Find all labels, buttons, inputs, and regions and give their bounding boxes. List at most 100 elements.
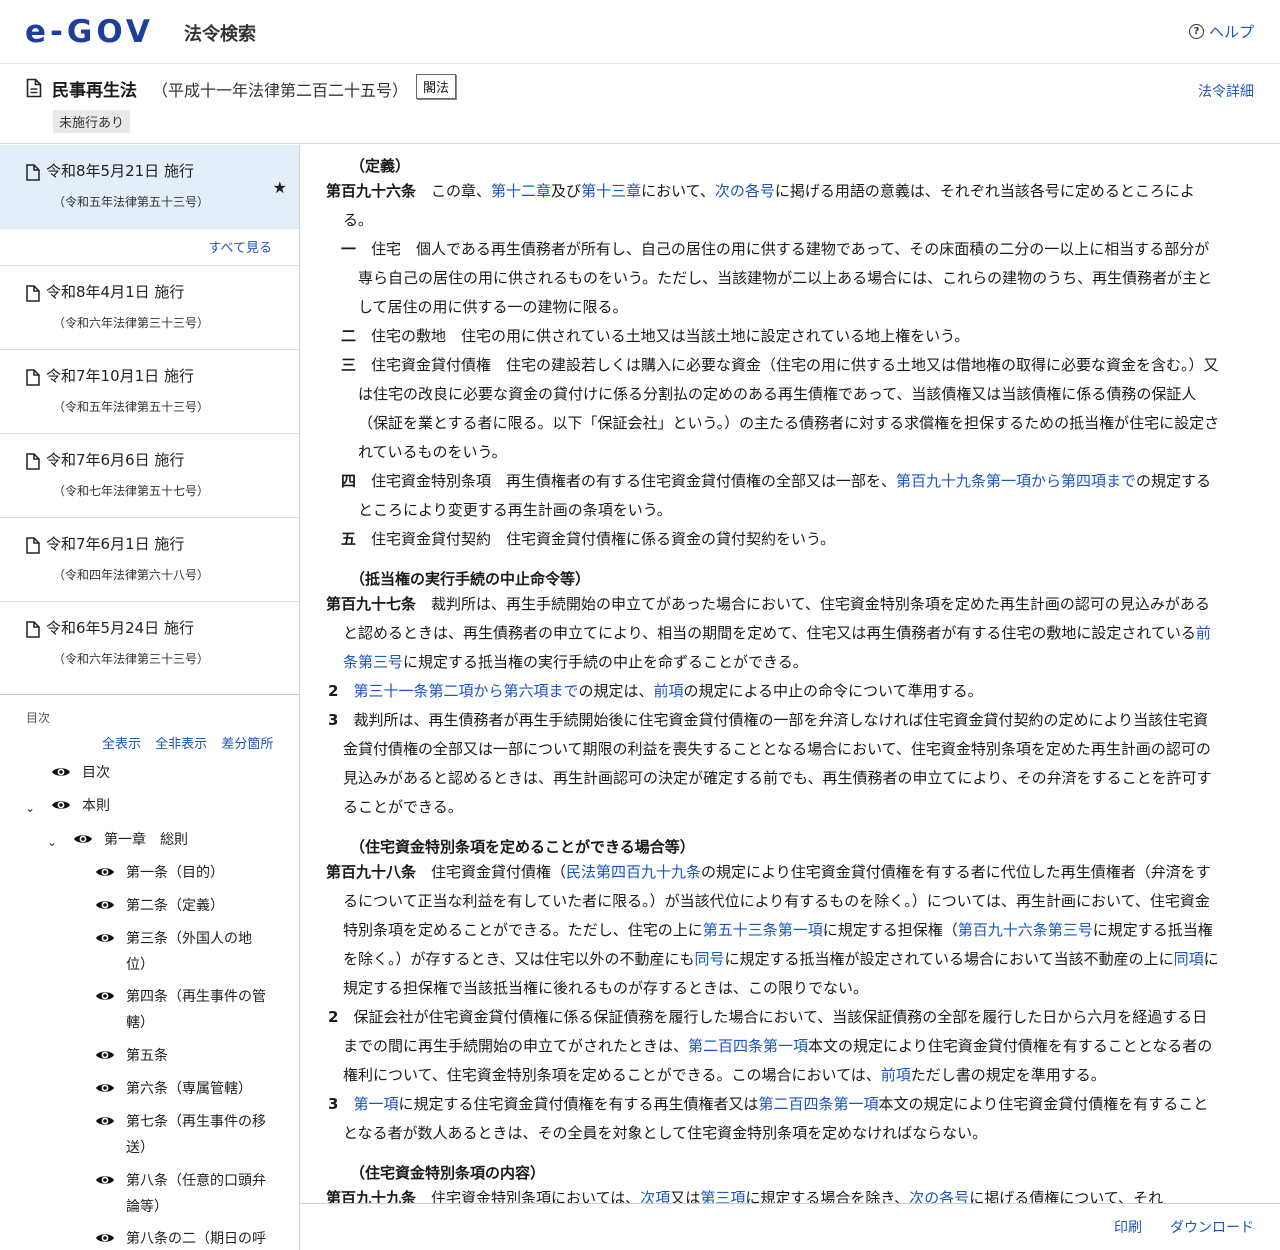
article-196: 第百九十六条 この章、第十二章及び第十三章において、次の各号に掲げる用語の意義は… bbox=[326, 182, 1195, 229]
law-ref-link[interactable]: 次の各号 bbox=[715, 182, 775, 200]
eye-icon[interactable] bbox=[51, 798, 71, 812]
toc-item[interactable]: 第六条（専属管轄） bbox=[0, 1077, 299, 1110]
article-caption: （住宅資金特別条項の内容） bbox=[350, 1164, 546, 1182]
toc-item-label: 第七条（再生事件の移送） bbox=[126, 1114, 266, 1156]
eye-icon[interactable] bbox=[95, 1231, 115, 1245]
version-law: （令和七年法律第五十七号） bbox=[53, 484, 210, 498]
eye-icon[interactable] bbox=[95, 931, 115, 945]
document-icon bbox=[26, 537, 40, 554]
law-ref-link[interactable]: 次の各号 bbox=[909, 1189, 969, 1203]
eye-icon[interactable] bbox=[95, 1173, 115, 1187]
toc-diff[interactable]: 差分箇所 bbox=[221, 737, 273, 752]
law-ref-link[interactable]: 前項 bbox=[881, 1066, 911, 1084]
law-ref-link[interactable]: 第三項 bbox=[700, 1189, 745, 1203]
toc-item[interactable]: ⌄ 第一章 総則 bbox=[0, 828, 299, 861]
toc-item[interactable]: 第三条（外国人の地位） bbox=[0, 927, 299, 985]
print-button[interactable]: 印刷 bbox=[1114, 1217, 1142, 1237]
toc-label: 目次 bbox=[26, 711, 51, 725]
law-ref-link[interactable]: 第百九十六条第三号 bbox=[958, 921, 1093, 939]
eye-icon[interactable] bbox=[95, 1114, 115, 1128]
chevron-down-icon[interactable]: ⌄ bbox=[25, 795, 35, 821]
law-ref-link[interactable]: 第十二章 bbox=[491, 182, 551, 200]
item-number: 一 bbox=[341, 240, 357, 258]
law-detail-link[interactable]: 法令詳細 bbox=[1198, 81, 1254, 101]
article-199: 第百九十九条 住宅資金特別条項においては、次項又は第三項に規定する場合を除き、次… bbox=[300, 1184, 1280, 1203]
law-name: 民事再生法 bbox=[52, 81, 137, 101]
paragraph-number: 2 bbox=[328, 1008, 339, 1026]
toc-actions: 全表示 全非表示 差分箇所 bbox=[102, 733, 283, 752]
item-number: 二 bbox=[341, 327, 357, 345]
law-ref-link[interactable]: 第二百四条第一項 bbox=[758, 1095, 878, 1113]
version-date: 令和7年10月1日 施行 bbox=[46, 367, 194, 385]
toc-item[interactable]: 第八条の二（期日の呼 bbox=[0, 1227, 299, 1250]
toc-item[interactable]: 第八条（任意的口頭弁論等） bbox=[0, 1169, 299, 1227]
version-item[interactable]: 令和6年5月24日 施行 （令和六年法律第三十三号） bbox=[0, 602, 299, 694]
article-number: 第百九十六条 bbox=[326, 182, 417, 200]
toc-item-label: 目次 bbox=[82, 765, 110, 781]
item: 三 住宅資金貸付債権 住宅の建設若しくは購入に必要な資金（住宅の用に供する土地又… bbox=[341, 356, 1220, 461]
document-icon bbox=[26, 621, 40, 638]
logo-text: e-GOV bbox=[25, 14, 154, 50]
toc-item[interactable]: 第五条 bbox=[0, 1044, 299, 1077]
law-ref-link[interactable]: 同号 bbox=[694, 950, 724, 968]
question-circle-icon: ? bbox=[1188, 24, 1204, 39]
version-item[interactable]: 令和7年10月1日 施行 （令和五年法律第五十三号） bbox=[0, 350, 299, 434]
law-ref-link[interactable]: 第百九十九条第一項から第四項まで bbox=[896, 472, 1136, 490]
help-link[interactable]: ? ヘルプ bbox=[1188, 21, 1254, 42]
download-button[interactable]: ダウンロード bbox=[1170, 1217, 1254, 1237]
version-item[interactable]: 令和7年6月6日 施行 （令和七年法律第五十七号） bbox=[0, 434, 299, 518]
version-item[interactable]: 令和8年4月1日 施行 （令和六年法律第三十三号） bbox=[0, 266, 299, 350]
toc-hide-all[interactable]: 全非表示 bbox=[155, 737, 207, 752]
toc-item-label: 第八条（任意的口頭弁論等） bbox=[126, 1173, 266, 1215]
law-ref-link[interactable]: 同項 bbox=[1174, 950, 1204, 968]
eye-icon[interactable] bbox=[95, 1048, 115, 1062]
toc-item-label: 第四条（再生事件の管轄） bbox=[126, 989, 266, 1031]
paragraph-number: 2 bbox=[328, 682, 339, 700]
law-type-badge: 閣法 bbox=[416, 74, 457, 99]
law-ref-link[interactable]: 第一項 bbox=[353, 1095, 398, 1113]
toc-item-label: 第五条 bbox=[126, 1048, 168, 1064]
law-number: （平成十一年法律第二百二十五号） bbox=[152, 81, 409, 100]
paragraph-number: 3 bbox=[328, 711, 339, 729]
law-ref-link[interactable]: 第十三章 bbox=[581, 182, 641, 200]
document-icon bbox=[26, 164, 40, 181]
toc-list: 目次 ⌄ 本則 ⌄ 第一章 総則 第一条（目的） 第二条（定義） 第三条（外国人… bbox=[0, 761, 299, 1250]
eye-icon[interactable] bbox=[95, 989, 115, 1003]
paragraph: 3 裁判所は、再生債務者が再生手続開始後に住宅資金貸付債権の一部を弁済しなければ… bbox=[328, 711, 1212, 816]
star-icon: ★ bbox=[272, 178, 287, 197]
see-all-row: すべて見る bbox=[0, 229, 299, 266]
document-icon bbox=[26, 78, 42, 98]
toc-item[interactable]: 第一条（目的） bbox=[0, 861, 299, 894]
law-ref-link[interactable]: 民法第四百九十九条 bbox=[566, 863, 701, 881]
toc-item[interactable]: 第四条（再生事件の管轄） bbox=[0, 985, 299, 1044]
sidebar: 令和8年5月21日 施行 （令和五年法律第五十三号） ★ すべて見る 令和8年4… bbox=[0, 145, 300, 1250]
toc-item[interactable]: 第七条（再生事件の移送） bbox=[0, 1110, 299, 1169]
unenforced-tag: 未施行あり bbox=[53, 110, 131, 133]
toc-panel: 目次 全表示 全非表示 差分箇所 目次 ⌄ 本則 ⌄ 第一章 総則 第一条（目的… bbox=[0, 694, 299, 1250]
version-item[interactable]: 令和7年6月1日 施行 （令和四年法律第六十八号） bbox=[0, 518, 299, 602]
document-icon bbox=[26, 369, 40, 386]
eye-icon[interactable] bbox=[95, 865, 115, 879]
eye-icon[interactable] bbox=[51, 765, 71, 779]
article-number: 第百九十八条 bbox=[326, 863, 417, 881]
see-all-link[interactable]: すべて見る bbox=[208, 237, 272, 256]
item: 四 住宅資金特別条項 再生債権者の有する住宅資金貸付債権の全部又は一部を、第百九… bbox=[341, 472, 1212, 519]
law-ref-link[interactable]: 第五十三条第一項 bbox=[703, 921, 823, 939]
chevron-down-icon[interactable]: ⌄ bbox=[47, 829, 57, 855]
law-ref-link[interactable]: 第三十一条第二項から第六項まで bbox=[353, 682, 578, 700]
version-item[interactable]: 令和8年5月21日 施行 （令和五年法律第五十三号） ★ bbox=[0, 145, 299, 229]
toc-item[interactable]: ⌄ 本則 bbox=[0, 794, 299, 828]
eye-icon[interactable] bbox=[73, 832, 93, 846]
version-law: （令和六年法律第三十三号） bbox=[53, 652, 210, 666]
service-title: 法令検索 bbox=[184, 24, 256, 45]
law-ref-link[interactable]: 次項 bbox=[640, 1189, 670, 1203]
eye-icon[interactable] bbox=[95, 898, 115, 912]
egov-logo[interactable]: e-GOV bbox=[25, 14, 154, 50]
toc-item[interactable]: 第二条（定義） bbox=[0, 894, 299, 927]
law-ref-link[interactable]: 前項 bbox=[653, 682, 683, 700]
eye-icon[interactable] bbox=[95, 1081, 115, 1095]
law-ref-link[interactable]: 第二百四条第一項 bbox=[688, 1037, 808, 1055]
toc-item[interactable]: 目次 bbox=[0, 761, 299, 794]
article-198: 第百九十八条 住宅資金貸付債権（民法第四百九十九条の規定により住宅資金貸付債権を… bbox=[326, 863, 1219, 997]
toc-show-all[interactable]: 全表示 bbox=[102, 737, 141, 752]
